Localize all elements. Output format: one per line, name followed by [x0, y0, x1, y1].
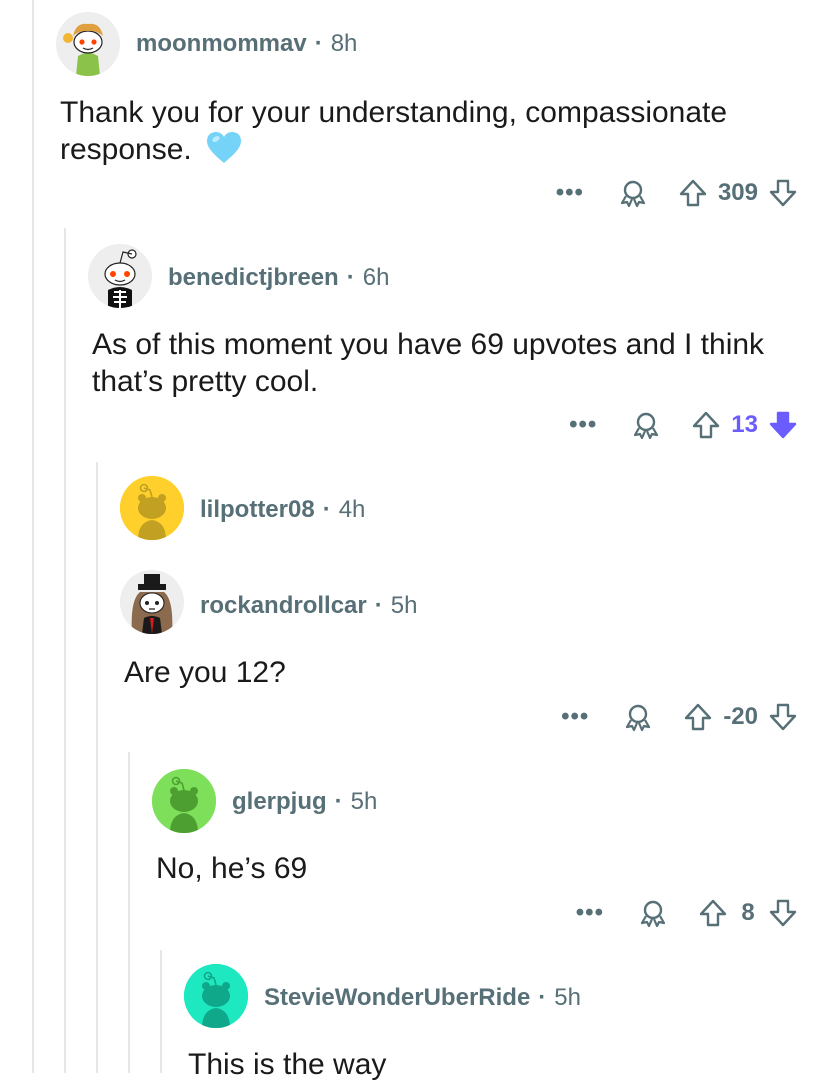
snoo-avatar-icon — [152, 769, 216, 833]
comment-lilpotter08[interactable]: lilpotter08 · 4h — [0, 462, 828, 554]
award-icon[interactable] — [638, 898, 668, 928]
comment-meta: moonmommav · 8h — [136, 30, 357, 58]
snoo-avatar-icon — [120, 570, 184, 634]
comment-body: Thank you for your understanding, compas… — [60, 94, 760, 168]
more-icon[interactable]: ••• — [561, 705, 589, 729]
comment-meta: glerpjug · 5h — [232, 788, 377, 816]
snoo-avatar-icon — [56, 12, 120, 76]
avatar[interactable] — [120, 476, 184, 540]
comment-meta: benedictjbreen · 6h — [168, 264, 389, 292]
username[interactable]: lilpotter08 — [200, 496, 315, 523]
separator-dot: · — [322, 496, 331, 523]
downvote-icon[interactable] — [768, 898, 798, 928]
upvote-icon[interactable] — [678, 178, 708, 208]
timestamp: 8h — [330, 30, 358, 57]
comment-body: Are you 12? — [124, 656, 286, 689]
separator-dot: · — [538, 984, 547, 1011]
username[interactable]: StevieWonderUberRide — [264, 984, 530, 1011]
upvote-icon[interactable] — [691, 410, 721, 440]
comment-glerpjug: glerpjug · 5h No, he’s 69 ••• 8 — [0, 752, 828, 950]
avatar[interactable] — [56, 12, 120, 76]
separator-dot: · — [374, 592, 383, 619]
vote-score: 13 — [731, 411, 758, 438]
timestamp: 5h — [554, 984, 581, 1011]
more-icon[interactable]: ••• — [576, 901, 604, 925]
comment-body: No, he’s 69 — [156, 852, 308, 885]
username[interactable]: benedictjbreen — [168, 264, 339, 291]
snoo-avatar-icon — [120, 476, 184, 540]
comment-rockandrollcar: rockandrollcar · 5h Are you 12? ••• -20 — [0, 556, 828, 752]
username[interactable]: rockandrollcar — [200, 592, 367, 619]
more-icon[interactable]: ••• — [569, 413, 597, 437]
comment-actions: ••• -20 — [561, 697, 798, 737]
timestamp: 5h — [350, 788, 378, 815]
timestamp: 4h — [338, 496, 366, 523]
comment-actions: ••• 13 — [569, 405, 798, 445]
vote-score: 309 — [717, 179, 758, 206]
snoo-avatar-icon — [184, 964, 248, 1028]
downvote-icon-active[interactable] — [768, 410, 798, 440]
upvote-icon[interactable] — [683, 702, 713, 732]
award-icon[interactable] — [623, 702, 653, 732]
comment-actions: ••• 309 — [556, 173, 798, 213]
comment-meta: lilpotter08 · 4h — [200, 496, 365, 524]
separator-dot: · — [314, 30, 323, 57]
snoo-avatar-icon — [88, 244, 152, 308]
username[interactable]: moonmommav — [136, 30, 307, 57]
comment-body: This is the way — [188, 1048, 387, 1081]
comment-steviewonderuberride: StevieWonderUberRide · 5h This is the way — [0, 950, 828, 1081]
username[interactable]: glerpjug — [232, 788, 327, 815]
avatar[interactable] — [152, 769, 216, 833]
comment-actions: ••• 8 — [576, 893, 798, 933]
avatar[interactable] — [88, 244, 152, 308]
avatar[interactable] — [120, 570, 184, 634]
timestamp: 5h — [390, 592, 418, 619]
downvote-icon[interactable] — [768, 178, 798, 208]
comment-meta: StevieWonderUberRide · 5h — [264, 984, 581, 1012]
heart-emoji-icon — [206, 131, 242, 165]
more-icon[interactable]: ••• — [556, 181, 584, 205]
upvote-icon[interactable] — [698, 898, 728, 928]
comment-meta: rockandrollcar · 5h — [200, 592, 417, 620]
vote-score: -20 — [723, 703, 758, 730]
comment-body: As of this moment you have 69 upvotes an… — [92, 328, 765, 398]
comment-moonmommav: moonmommav · 8h Thank you for your underst… — [0, 0, 828, 228]
separator-dot: · — [346, 264, 355, 291]
timestamp: 6h — [362, 264, 390, 291]
award-icon[interactable] — [631, 410, 661, 440]
vote-score: 8 — [741, 899, 755, 926]
comment-benedictjbreen: benedictjbreen · 6h As of this moment you … — [0, 228, 828, 462]
award-icon[interactable] — [618, 178, 648, 208]
avatar[interactable] — [184, 964, 248, 1028]
comment-text: Thank you for your understanding, compas… — [60, 96, 728, 166]
separator-dot: · — [334, 788, 343, 815]
downvote-icon[interactable] — [768, 702, 798, 732]
